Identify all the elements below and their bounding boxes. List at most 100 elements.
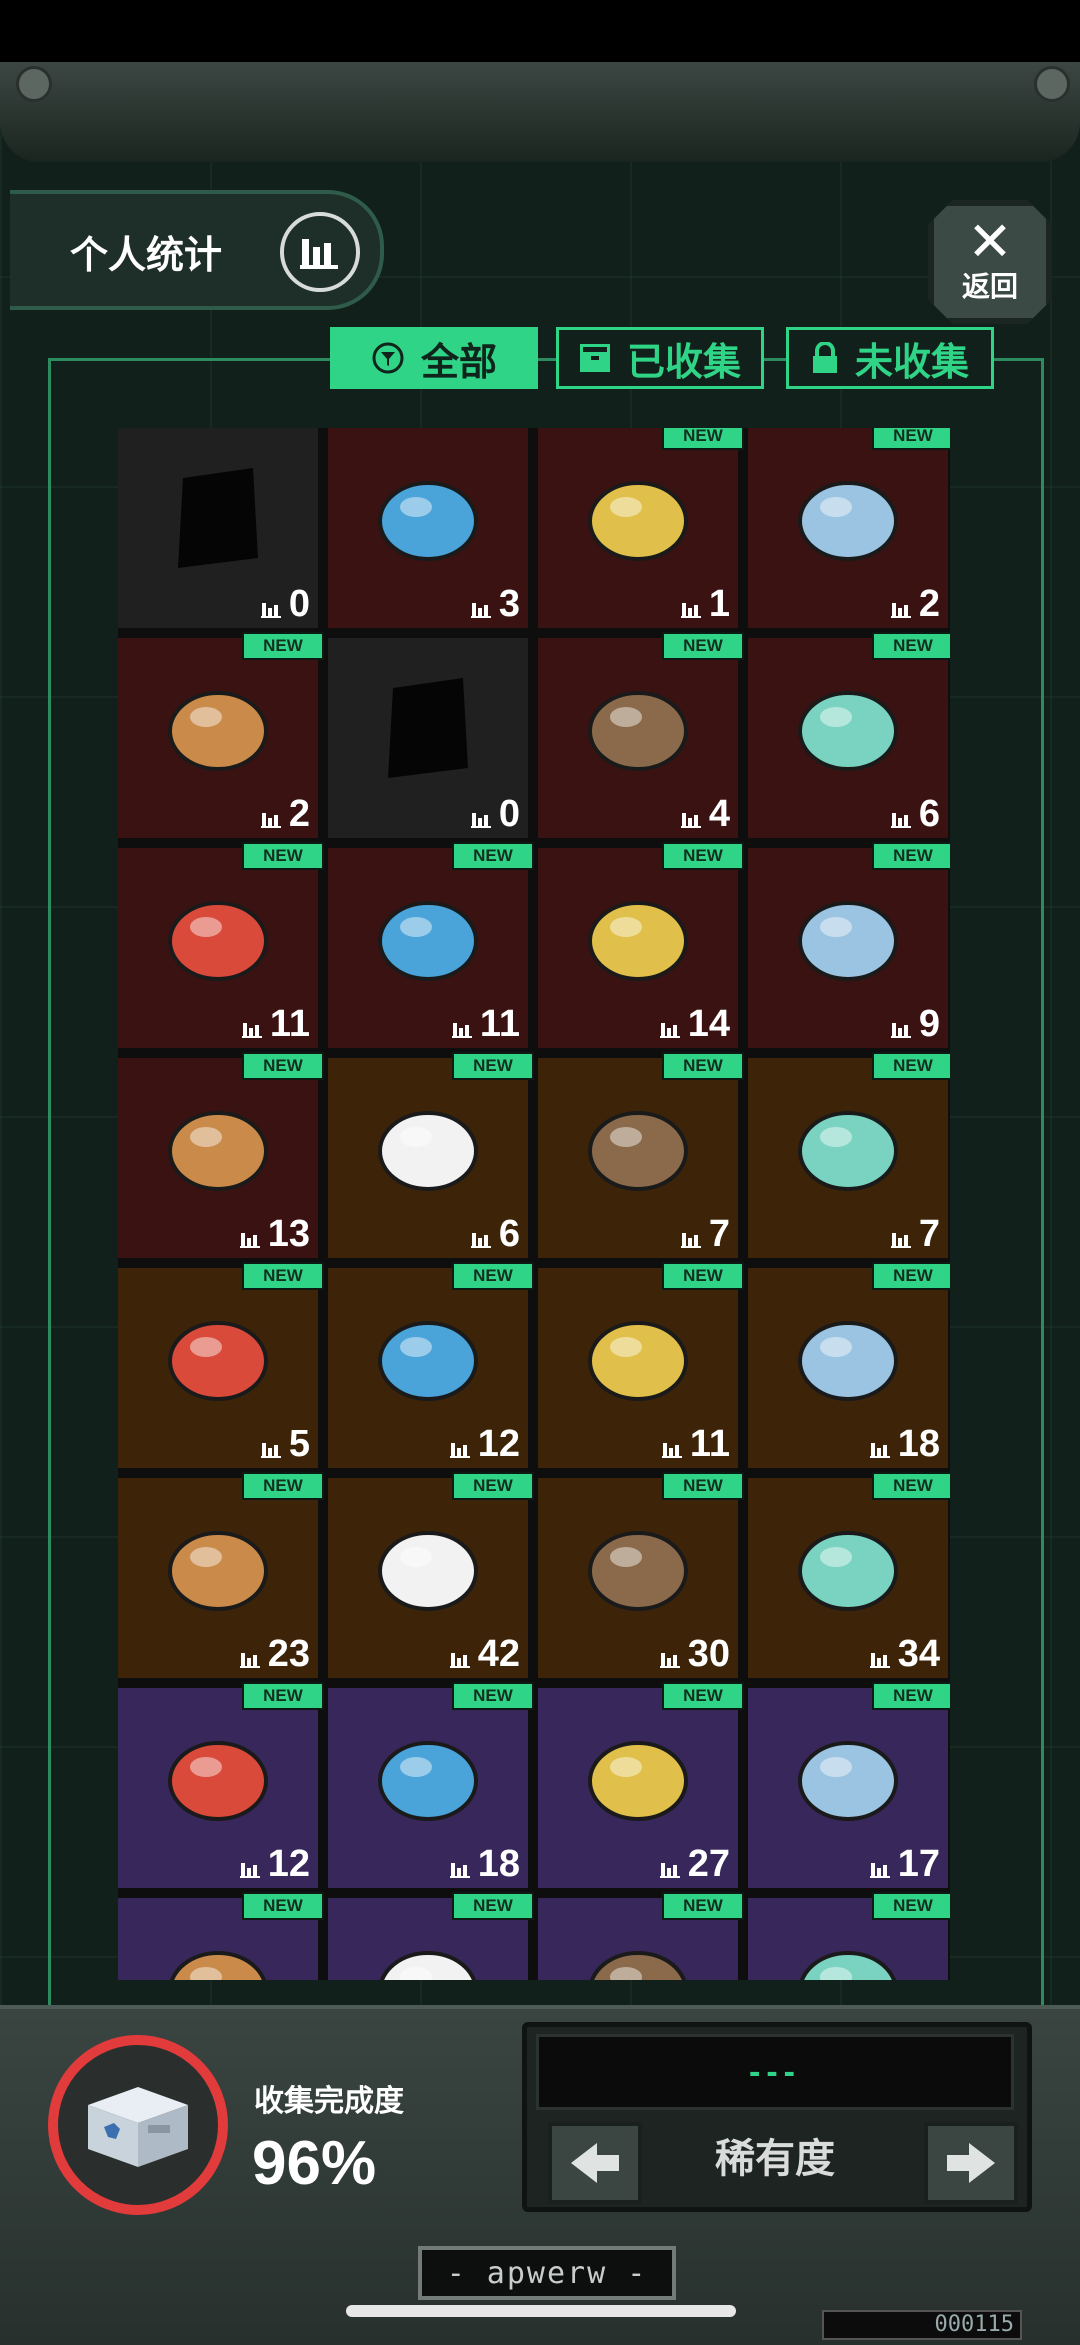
item-card-congrats-card-2[interactable]: NEW 30 — [538, 1472, 744, 1678]
new-badge: NEW — [872, 632, 950, 660]
item-count-value: 7 — [708, 1213, 730, 1255]
item-count: 13 — [239, 1213, 310, 1256]
new-badge: NEW — [872, 428, 950, 450]
new-badge: NEW — [872, 1682, 950, 1710]
tab-uncollected[interactable]: 未收集 — [786, 327, 994, 389]
arrow-left-icon — [571, 2143, 619, 2183]
box-icon — [579, 343, 611, 373]
item-count: 6 — [470, 1213, 520, 1256]
home-indicator[interactable] — [346, 2305, 736, 2317]
item-count-value: 11 — [269, 1003, 310, 1045]
item-count-value: 6 — [918, 793, 940, 835]
bar-chart-icon — [890, 603, 911, 618]
item-card-bitcoin[interactable]: NEW 13 — [118, 1052, 324, 1258]
new-badge: NEW — [242, 1472, 324, 1500]
item-card-red-crystal[interactable]: 3 — [328, 428, 528, 628]
bar-chart-icon — [470, 603, 491, 618]
guitar-icon — [354, 1298, 502, 1418]
new-badge: NEW — [662, 1682, 744, 1710]
item-count-value: 0 — [288, 583, 310, 625]
item-card-silver-coin[interactable]: NEW 14 — [538, 842, 744, 1048]
item-count-value: 9 — [918, 1003, 940, 1045]
item-card-robot-drone[interactable]: NEW 6 — [748, 632, 950, 838]
pallbearers-icon — [564, 1718, 712, 1838]
item-count-value: 18 — [477, 1843, 520, 1885]
item-count-value: 0 — [498, 793, 520, 835]
item-card-star-map[interactable]: NEW 5 — [118, 1262, 324, 1468]
item-card-spinning-top[interactable]: NEW 18 — [748, 1262, 950, 1468]
bar-chart-icon — [890, 813, 911, 828]
item-card-congrats-card[interactable]: NEW 9 — [748, 842, 950, 1048]
item-card-gold-ingot[interactable]: NEW 34 — [748, 1472, 950, 1678]
new-badge: NEW — [872, 1892, 950, 1920]
new-badge: NEW — [872, 1262, 950, 1290]
item-count-value: 7 — [918, 1213, 940, 1255]
bar-chart-icon — [869, 1863, 890, 1878]
progress-value: 96% — [252, 2129, 377, 2198]
new-badge: NEW — [452, 842, 534, 870]
new-badge: NEW — [452, 1052, 534, 1080]
stats-button[interactable] — [280, 212, 360, 292]
retro-tv-icon — [564, 458, 712, 578]
bar-chart-icon — [260, 813, 281, 828]
item-grid: 0 3 NEW 1 NEW 2 NEW 2 0 NEW 4 NEW 6 NEW 11 NEW 11 NEW 14 NE… — [118, 428, 950, 1980]
item-card-gadget-device[interactable]: NEW 18 — [328, 1682, 534, 1888]
new-badge: NEW — [872, 842, 950, 870]
item-count: 34 — [869, 1633, 940, 1676]
item-card-terracotta-warrior[interactable]: NEW 12 — [118, 1682, 324, 1888]
item-card-bmo-robot[interactable]: NEW 17 — [748, 1682, 950, 1888]
tab-collected[interactable]: 已收集 — [556, 327, 764, 389]
item-card-cat-plush[interactable]: NEW 4 — [538, 632, 744, 838]
item-card-partial-item-4[interactable]: NEW — [748, 1892, 950, 1980]
bar-chart-icon — [449, 1863, 470, 1878]
quadcopter-icon — [564, 1088, 712, 1208]
new-badge: NEW — [662, 1892, 744, 1920]
tab-all[interactable]: 全部 — [330, 327, 538, 389]
item-count-value: 2 — [288, 793, 310, 835]
item-count-value: 5 — [288, 1423, 310, 1465]
item-card-partial-item-1[interactable]: NEW — [118, 1892, 324, 1980]
item-card-wood-sticks[interactable]: NEW 11 — [328, 842, 534, 1048]
item-card-guitar[interactable]: NEW 12 — [328, 1262, 534, 1468]
item-count-value: 17 — [897, 1843, 940, 1885]
item-count-value: 6 — [498, 1213, 520, 1255]
item-count-value: 42 — [477, 1633, 520, 1675]
item-count: 0 — [470, 793, 520, 836]
personal-stats-label: 个人统计 — [70, 235, 223, 277]
item-card-pallbearers[interactable]: NEW 27 — [538, 1682, 744, 1888]
item-count-value: 12 — [267, 1843, 310, 1885]
new-badge: NEW — [452, 1682, 534, 1710]
item-card-robot-head[interactable]: NEW 42 — [328, 1472, 534, 1678]
item-count-value: 1 — [708, 583, 730, 625]
item-card-locked-item[interactable]: 0 — [118, 428, 318, 628]
item-count: 23 — [239, 1633, 310, 1676]
item-count: 11 — [661, 1423, 730, 1466]
gold-ingot-icon — [774, 1508, 922, 1628]
item-count-value: 11 — [689, 1423, 730, 1465]
new-badge: NEW — [662, 1262, 744, 1290]
item-count-value: 12 — [477, 1423, 520, 1465]
item-card-trophy-goblet[interactable]: NEW 2 — [118, 632, 324, 838]
sort-prev-button[interactable] — [548, 2122, 642, 2204]
sort-next-button[interactable] — [924, 2122, 1018, 2204]
item-card-robot-dog[interactable]: NEW 7 — [748, 1052, 950, 1258]
item-count: 18 — [869, 1423, 940, 1466]
back-label: 返回 — [961, 271, 1018, 302]
item-card-locked-statue[interactable]: 0 — [328, 638, 528, 838]
item-card-retro-tv[interactable]: NEW 1 — [538, 428, 744, 628]
item-card-graphics-card[interactable]: NEW 23 — [118, 1472, 324, 1678]
serial-number: 000115 — [822, 2310, 1022, 2340]
tab-collected-label: 已收集 — [626, 341, 741, 384]
wood-sticks-icon — [354, 878, 502, 998]
silver-coin-icon — [564, 878, 712, 998]
item-count-value: 13 — [267, 1213, 310, 1255]
item-card-partial-item-3[interactable]: NEW — [538, 1892, 744, 1980]
item-card-partial-item-2[interactable]: NEW — [328, 1892, 534, 1980]
item-card-overalls[interactable]: NEW 6 — [328, 1052, 534, 1258]
close-icon: ✕ — [967, 212, 1013, 272]
item-card-gold-phone[interactable]: NEW 11 — [538, 1262, 744, 1468]
item-card-red-card[interactable]: NEW 11 — [118, 842, 324, 1048]
item-card-blue-sports-car[interactable]: NEW 2 — [748, 428, 950, 628]
item-card-quadcopter[interactable]: NEW 7 — [538, 1052, 744, 1258]
back-button[interactable]: ✕ 返回 — [928, 200, 1052, 324]
